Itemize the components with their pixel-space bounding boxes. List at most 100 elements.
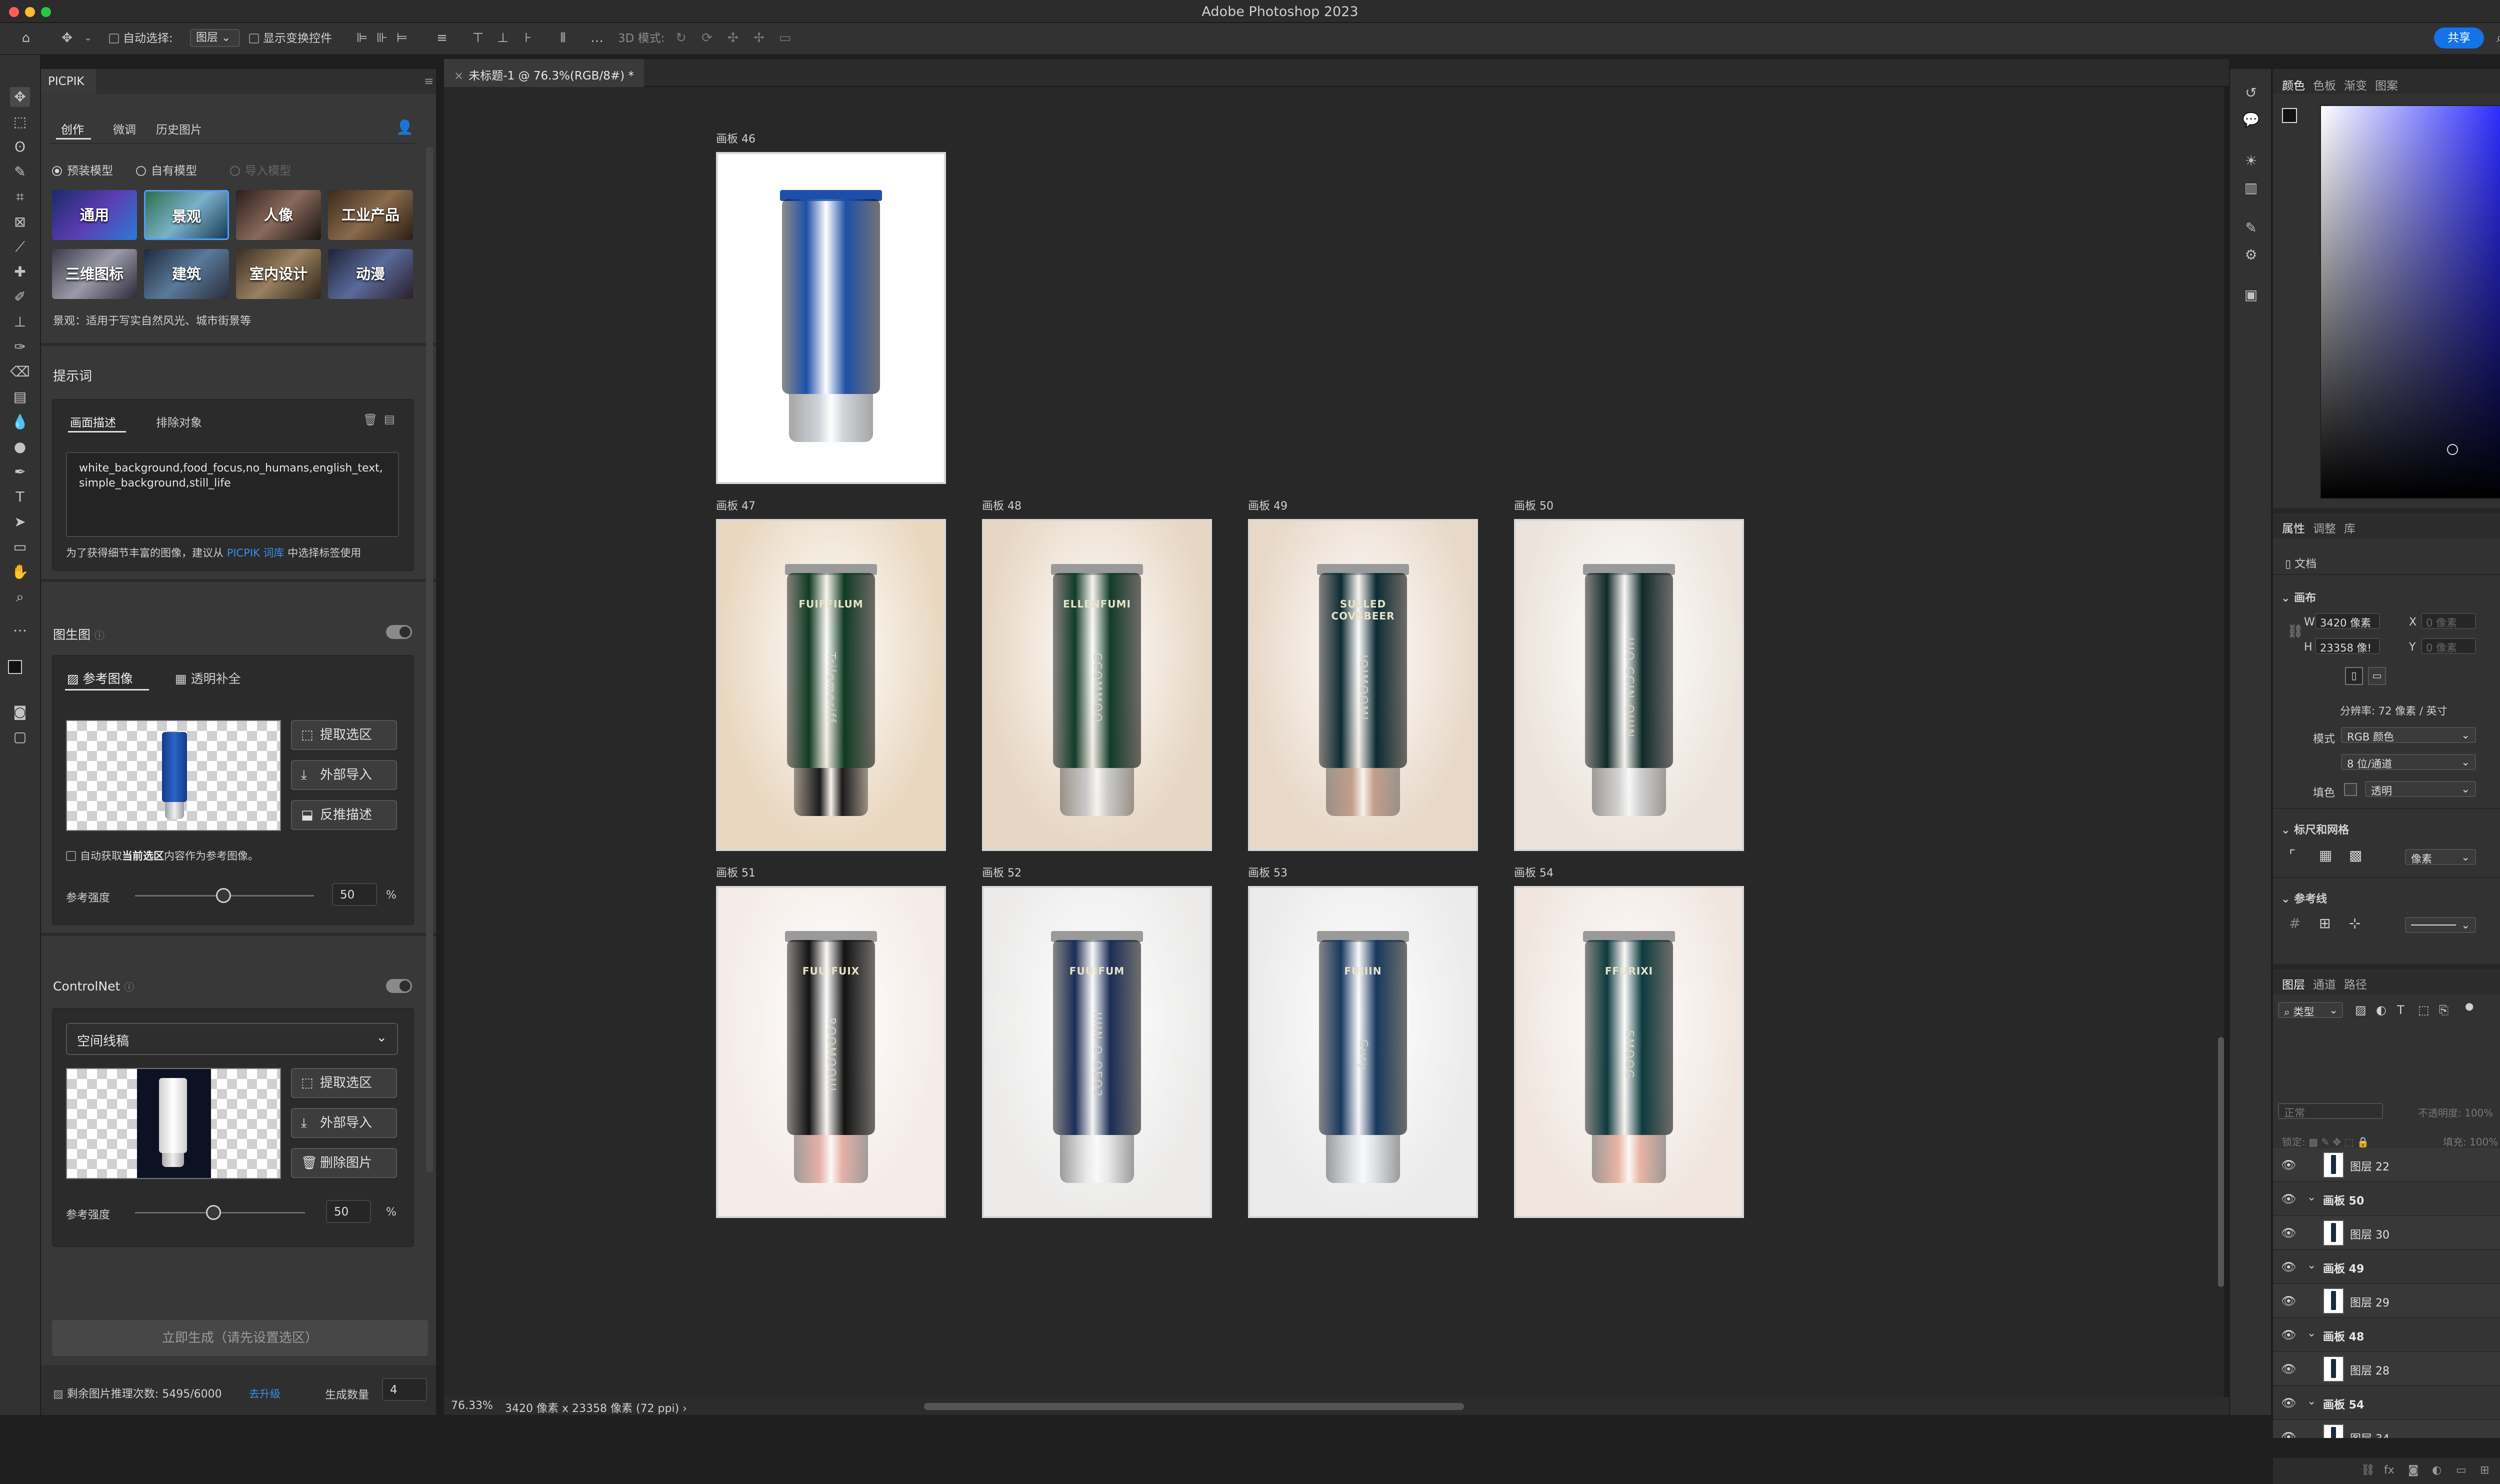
img2img-toggle[interactable] [386,625,412,639]
artboard-label[interactable]: 画板 48 [982,497,1022,513]
3d-roll-icon[interactable]: ⟳ [699,30,715,46]
3d-slide-icon[interactable]: ✢ [751,30,767,46]
visibility-eye-icon[interactable]: 👁 [2281,1396,2296,1410]
align-right-icon[interactable]: ⊨ [394,30,410,46]
artboard[interactable]: FUJIIN Cury [1248,886,1478,1218]
layer-row[interactable]: 👁 图层 22 [2273,1148,2500,1182]
libraries-icon[interactable]: ▣ [2241,285,2261,305]
artboard-label[interactable]: 画板 47 [716,497,756,513]
brush-tool-icon[interactable]: ✐ [10,287,30,307]
group-expand-chevron-icon[interactable]: ⌄ [2307,1395,2316,1408]
add-mask-icon[interactable]: ◙ [2408,1464,2418,1476]
filter-shape-icon[interactable]: ⬚ [2418,1003,2430,1017]
filter-adjustment-icon[interactable]: ◐ [2376,1003,2386,1017]
distribute-vertical-icon[interactable]: ⫴ [555,30,571,46]
cn-strength-input[interactable]: 50 [326,1200,371,1223]
category-interior[interactable]: 室内设计 [236,249,321,299]
tab-reference-image[interactable]: ▨ 参考图像 [67,669,133,687]
landscape-orientation-icon[interactable]: ▭ [2368,667,2386,685]
stamp-tool-icon[interactable]: ⊥ [10,312,30,332]
filter-toggle-icon[interactable]: ● [2465,1000,2474,1012]
controlnet-toggle[interactable] [386,979,412,993]
document-icon[interactable]: ▤ [384,413,395,426]
layer-filter-dropdown[interactable]: ⌕ 类型 ⌄ [2278,1002,2343,1018]
3d-orbit-icon[interactable]: ↻ [673,30,689,46]
units-dropdown[interactable]: 像素 ⌄ [2405,849,2476,865]
color-picker-cursor[interactable] [2447,444,2458,455]
history-brush-tool-icon[interactable]: ✑ [10,337,30,357]
layer-style-icon[interactable]: fx [2384,1464,2394,1476]
visibility-eye-icon[interactable]: 👁 [2281,1260,2296,1274]
upgrade-link[interactable]: 去升级 [249,1386,280,1401]
artboard-label[interactable]: 画板 49 [1248,497,1288,513]
opacity-control[interactable]: 不透明度: 100% [2418,1105,2493,1120]
tab-transparent-fill[interactable]: ▦ 透明补全 [175,669,241,687]
ref-strength-input[interactable]: 50 [332,883,377,906]
radio-import-model[interactable]: 导入模型 [230,161,291,178]
y-input[interactable]: 0 像素 [2421,638,2476,654]
gradient-tool-icon[interactable]: ▤ [10,387,30,407]
tab-patterns[interactable]: 图案 [2375,76,2398,93]
new-group-icon[interactable]: ▭ [2456,1464,2466,1476]
x-input[interactable]: 0 像素 [2421,613,2476,629]
align-bottom-icon[interactable]: ⊦ [520,30,536,46]
external-import-button[interactable]: ⤓ 外部导入 [291,760,397,790]
artboard[interactable]: ELLENFUMI CCOMMOO [982,519,1212,851]
cn-delete-image-button[interactable]: 🗑 删除图片 [291,1148,397,1178]
layer-row[interactable]: 👁 图层 28 [2273,1352,2500,1386]
zoom-tool-icon[interactable]: ⌕ [10,587,30,607]
marquee-tool-icon[interactable]: ⬚ [10,112,30,132]
frame-tool-icon[interactable]: ⊠ [10,212,30,232]
height-input[interactable]: 23358 像! [2315,638,2380,654]
visibility-eye-icon[interactable]: 👁 [2281,1158,2296,1172]
category-industrial[interactable]: 工业产品 [328,190,413,240]
canvas-area[interactable]: 画板 46 画板 47 FUIFFILUM Trilomoriff 画板 48 ELLEN… [444,87,2224,1397]
ruler-icon[interactable]: ⌜ [2289,847,2296,864]
hand-tool-icon[interactable]: ✋ [10,562,30,582]
histogram-icon[interactable]: ▥ [2241,178,2261,198]
document-size[interactable]: 3420 像素 x 23358 像素 (72 ppi) › [505,1400,687,1416]
extract-selection-button[interactable]: ⬚ 提取选区 [291,720,397,750]
visibility-eye-icon[interactable]: 👁 [2281,1328,2296,1342]
tab-adjustments[interactable]: 调整 [2313,519,2336,536]
panel-tab-picpik[interactable]: PICPIK [41,69,96,94]
screen-mode-icon[interactable]: ▢ [10,727,30,747]
close-icon[interactable]: × [454,70,464,82]
filter-pixel-icon[interactable]: ▨ [2355,1003,2366,1017]
new-layer-icon[interactable]: ⊞ [2480,1464,2489,1476]
visibility-eye-icon[interactable]: 👁 [2281,1226,2296,1240]
blend-mode-dropdown[interactable]: 正常 [2278,1103,2383,1119]
zoom-level[interactable]: 76.33% [451,1400,493,1412]
more-tools-icon[interactable]: … [10,617,30,637]
layer-row[interactable]: 👁 图层 29 [2273,1284,2500,1318]
canvas-section-title[interactable]: ⌄ 画布 [2281,589,2316,605]
cn-extract-selection-button[interactable]: ⬚ 提取选区 [291,1068,397,1098]
category-general[interactable]: 通用 [52,190,137,240]
link-icon[interactable]: ⛓ [2287,624,2304,639]
properties-icon[interactable]: ⚙ [2241,245,2261,265]
radio-own-model[interactable]: 自有模型 [136,161,197,178]
color-field[interactable] [2320,105,2500,499]
controlnet-mode-dropdown[interactable]: 空间线稿 ⌄ [66,1023,398,1055]
cn-strength-knob[interactable] [206,1205,221,1220]
type-tool-icon[interactable]: T [10,487,30,507]
layer-row[interactable]: 👁 图层 30 [2273,1216,2500,1250]
comments-icon[interactable]: 💬 [2241,110,2261,130]
filter-smart-icon[interactable]: ⎘ [2439,1003,2448,1017]
canvas-horizontal-scrollbar[interactable] [924,1403,1464,1410]
align-top-icon[interactable]: ⊤ [470,30,486,46]
cn-external-import-button[interactable]: ⤓ 外部导入 [291,1108,397,1138]
artboard-label[interactable]: 画板 50 [1514,497,1554,513]
pixel-grid-icon[interactable]: ▩ [2349,847,2362,864]
generate-button[interactable]: 立即生成（请先设置选区） [52,1320,428,1356]
dodge-tool-icon[interactable]: ● [10,437,30,457]
quick-mask-icon[interactable]: ◙ [10,702,30,722]
auto-select-checkbox[interactable]: 自动选择: [109,31,173,46]
crop-tool-icon[interactable]: ⌗ [10,187,30,207]
grid-icon[interactable]: ▦ [2319,847,2332,864]
tab-paths[interactable]: 路径 [2344,975,2367,992]
tab-properties[interactable]: 属性 [2282,519,2305,536]
panel-menu-icon[interactable]: ≡ [424,75,434,88]
rectangle-tool-icon[interactable]: ▭ [10,537,30,557]
fill-opacity-control[interactable]: 填充: 100% [2443,1134,2498,1148]
